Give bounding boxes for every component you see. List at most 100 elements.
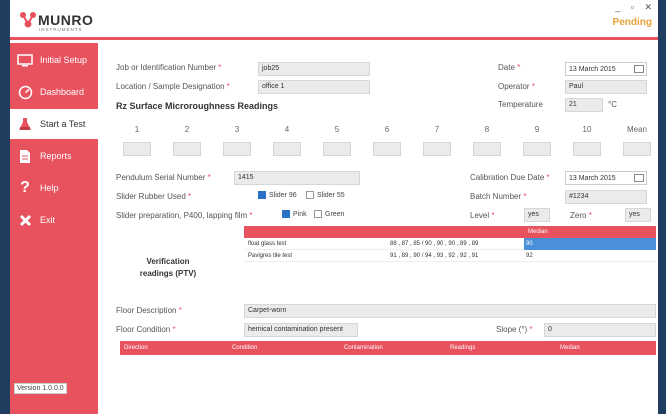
operator-input[interactable]: Paul — [565, 80, 647, 94]
rz-reading-input[interactable] — [373, 142, 401, 156]
rz-column-label: 3 — [234, 125, 240, 134]
sidebar-item-label: Help — [40, 183, 59, 193]
sidebar-item-reports[interactable]: Reports — [10, 141, 98, 171]
checkbox-checked — [282, 210, 290, 218]
date-picker[interactable]: 13 March 2015 — [565, 62, 647, 76]
floor-cond-label: Floor Condition * — [116, 325, 176, 334]
rz-reading-input[interactable] — [473, 142, 501, 156]
pink-checkbox[interactable]: Pink — [282, 210, 307, 218]
rz-reading-input[interactable] — [173, 142, 201, 156]
floor-condition-input[interactable]: hemical contamination present — [244, 323, 358, 337]
close-icon — [16, 212, 34, 228]
slider-label: Slider Rubber Used * — [116, 192, 192, 201]
rz-reading-input[interactable] — [573, 142, 601, 156]
rz-column-label: 7 — [434, 125, 440, 134]
job-label: Job or Identification Number * — [116, 63, 222, 72]
title-bar: MUNRO INSTRUMENTS _ ▫ ✕ Pending — [10, 0, 658, 40]
sidebar: Initial Setup Dashboard Start a Test Rep… — [10, 43, 98, 414]
logo-mark-icon — [20, 12, 36, 28]
rz-column-label: 1 — [134, 125, 140, 134]
sidebar-item-label: Dashboard — [40, 87, 85, 97]
temperature-input[interactable]: 21 — [565, 98, 603, 112]
operator-label: Operator * — [498, 82, 535, 91]
pendulum-label: Pendulum Serial Number * — [116, 173, 211, 182]
rz-reading-input[interactable] — [523, 142, 551, 156]
dashboard-icon — [16, 84, 34, 100]
minimize-button[interactable]: _ — [615, 2, 620, 12]
level-input[interactable]: yes — [524, 208, 550, 222]
window-controls: _ ▫ ✕ — [607, 2, 652, 13]
location-input[interactable]: office 1 — [258, 80, 370, 94]
zero-input[interactable]: yes — [625, 208, 651, 222]
sidebar-item-help[interactable]: ? Help — [10, 173, 98, 203]
floor-desc-label: Floor Description * — [116, 306, 182, 315]
monitor-icon — [16, 52, 34, 68]
sidebar-item-label: Start a Test — [40, 119, 86, 129]
calibration-label: Calibration Due Date * — [470, 173, 550, 182]
rz-reading-input[interactable] — [273, 142, 301, 156]
sidebar-item-exit[interactable]: Exit — [10, 205, 98, 235]
floor-description-input[interactable]: Carpet-worn — [244, 304, 656, 318]
location-label: Location / Sample Designation * — [116, 82, 230, 91]
slider55-checkbox[interactable]: Slider 55 — [306, 191, 345, 199]
green-checkbox[interactable]: Green — [314, 210, 344, 218]
batch-label: Batch Number * — [470, 192, 527, 201]
status-badge: Pending — [612, 17, 652, 28]
calibration-date-picker[interactable]: 13 March 2015 — [565, 171, 647, 185]
checkbox-unchecked — [314, 210, 322, 218]
zero-label: Zero * — [570, 211, 592, 220]
rz-column-label: 4 — [284, 125, 290, 134]
checkbox-unchecked — [306, 191, 314, 199]
column-header: Contamination — [344, 345, 383, 351]
table-row[interactable]: Pavigres tile test 91 , 89 , 90 / 94 , 9… — [244, 250, 656, 262]
sidebar-item-initial-setup[interactable]: Initial Setup — [10, 45, 98, 75]
close-window-button[interactable]: ✕ — [644, 2, 652, 12]
verification-table-header: Median — [244, 226, 656, 238]
sidebar-item-dashboard[interactable]: Dashboard — [10, 77, 98, 107]
pendulum-serial-input[interactable]: 1415 — [234, 171, 360, 185]
rz-reading-input[interactable] — [423, 142, 451, 156]
main-content: Job or Identification Number * job25 Dat… — [98, 43, 658, 414]
rz-column-label: 5 — [334, 125, 340, 134]
question-icon: ? — [20, 179, 30, 196]
checkbox-checked — [258, 191, 266, 199]
temperature-label: Temperature — [498, 100, 543, 109]
batch-number-input[interactable]: #1234 — [565, 190, 647, 204]
column-header: Condition — [232, 345, 258, 351]
verification-table: Median float glass test 88 , 87 , 85 / 9… — [244, 226, 656, 262]
rz-column-label: Mean — [626, 125, 647, 134]
version-label: Version 1.0.0.0 — [14, 383, 67, 394]
sidebar-item-label: Exit — [40, 215, 56, 225]
median-cell[interactable]: 92 — [524, 250, 656, 262]
level-label: Level * — [470, 211, 495, 220]
slope-input[interactable]: 0 — [544, 323, 656, 337]
slider96-checkbox[interactable]: Slider 96 — [258, 191, 297, 199]
rz-reading-input[interactable] — [123, 142, 151, 156]
restore-button[interactable]: ▫ — [631, 2, 634, 12]
rz-column-label: 9 — [534, 125, 540, 134]
app-window: MUNRO INSTRUMENTS _ ▫ ✕ Pending Initial … — [10, 0, 658, 414]
rz-reading-input[interactable] — [623, 142, 651, 156]
prep-label: Slider preparation, P400, lapping film * — [116, 211, 253, 220]
logo-text: MUNRO — [38, 12, 94, 28]
calendar-icon — [634, 65, 644, 73]
verification-title: Verification readings (PTV) — [139, 257, 197, 278]
flask-icon — [16, 116, 34, 132]
column-header: Direction — [124, 345, 148, 351]
rz-column-label: 2 — [184, 125, 190, 134]
column-header: Median — [560, 345, 580, 351]
date-label: Date * — [498, 63, 521, 72]
readings-table-header: Direction Condition Contamination Readin… — [120, 341, 656, 355]
document-icon — [16, 148, 34, 164]
job-number-input[interactable]: job25 — [258, 62, 370, 76]
sidebar-item-label: Reports — [40, 151, 72, 161]
column-header: Readings — [450, 345, 476, 351]
rz-column-label: 6 — [384, 125, 390, 134]
slope-label: Slope (°) * — [496, 325, 533, 334]
median-cell[interactable]: 90 — [524, 238, 656, 250]
sidebar-item-start-a-test[interactable]: Start a Test — [10, 109, 98, 139]
rz-column-label: 8 — [484, 125, 490, 134]
rz-reading-input[interactable] — [223, 142, 251, 156]
rz-reading-input[interactable] — [323, 142, 351, 156]
table-row[interactable]: float glass test 88 , 87 , 85 / 90 , 90 … — [244, 238, 656, 250]
